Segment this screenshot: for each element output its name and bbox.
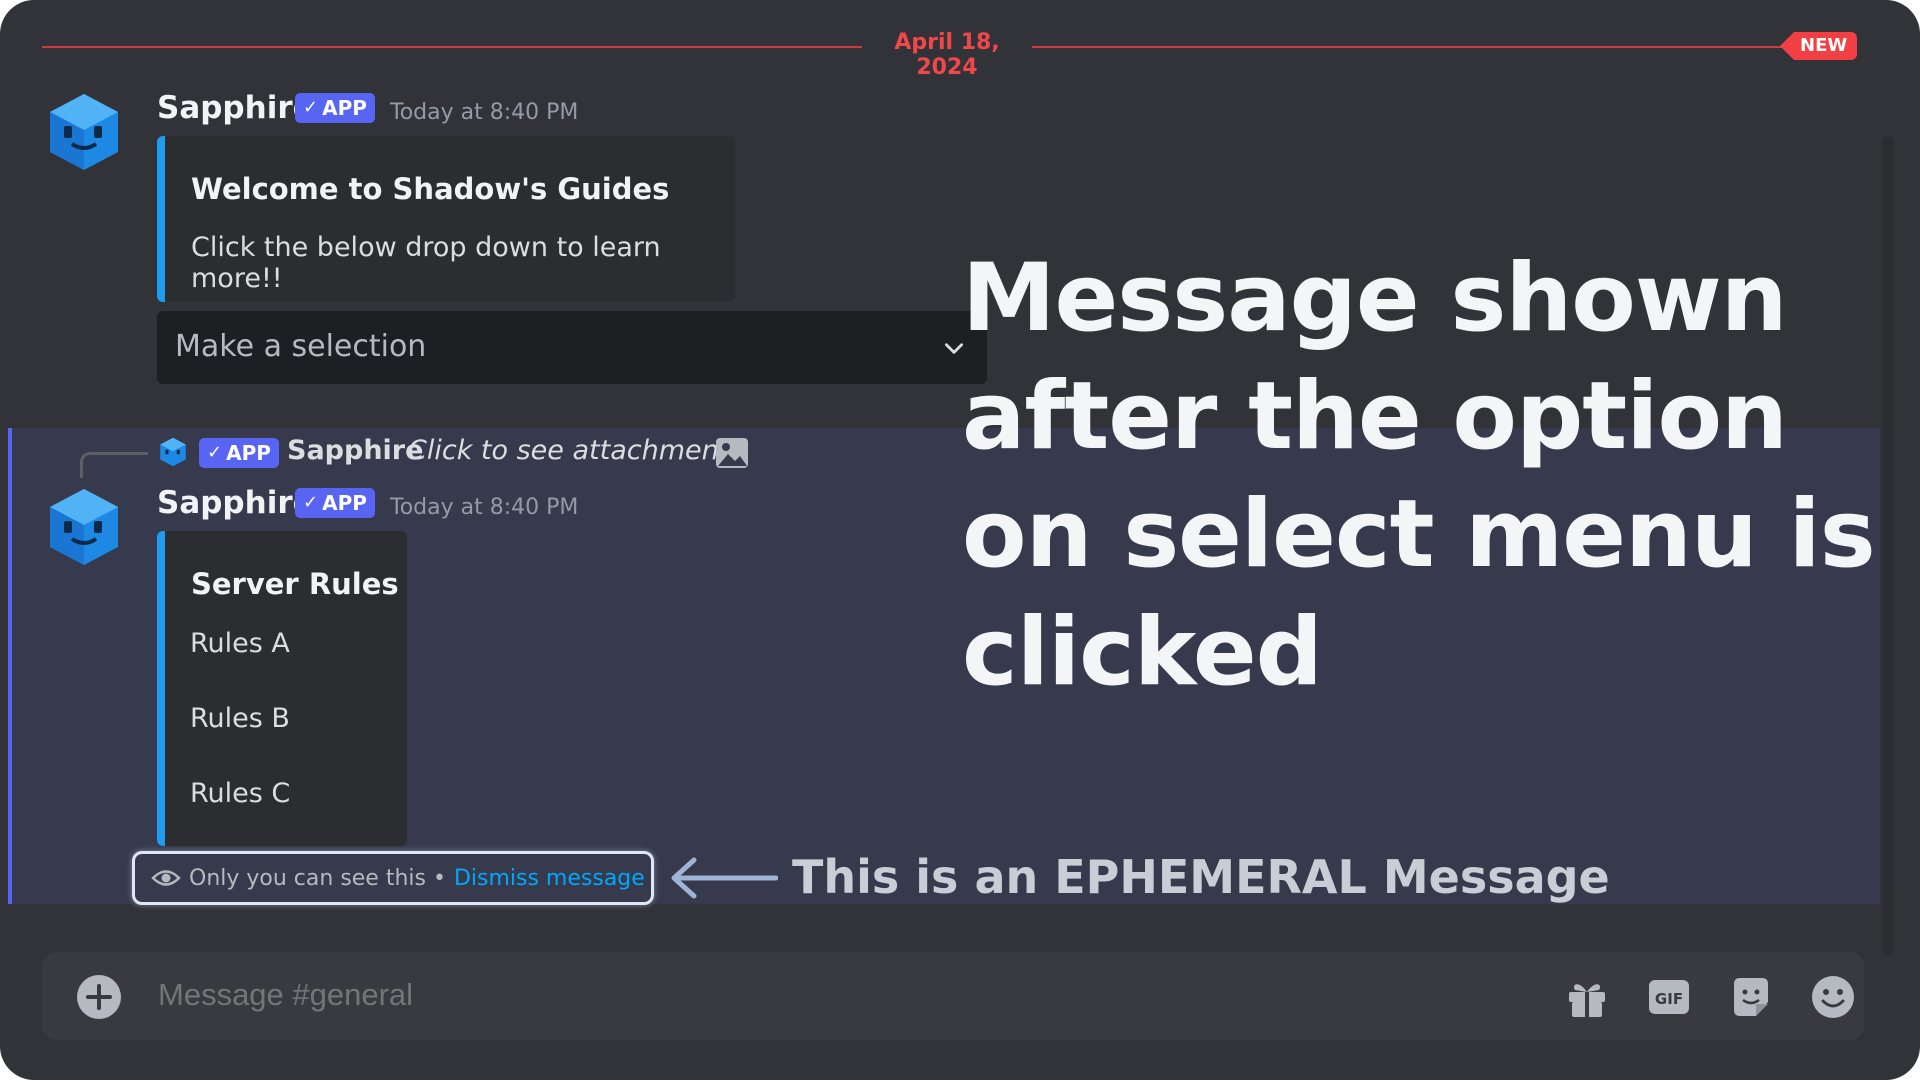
verified-check-icon: ✓ bbox=[303, 492, 319, 513]
discord-chat-window: April 18, 2024 NEW Sapphire ✓ APP Today … bbox=[0, 0, 1920, 1080]
verified-check-icon: ✓ bbox=[303, 97, 319, 118]
embed-description: Click the below drop down to learn more!… bbox=[191, 232, 661, 294]
embed-title: Welcome to Shadow's Guides bbox=[191, 172, 670, 206]
rules-list-item: Rules B bbox=[190, 703, 290, 734]
select-menu-placeholder: Make a selection bbox=[175, 329, 427, 364]
sapphire-avatar-icon bbox=[50, 489, 118, 565]
select-menu-annotation: Message shown after the option on select… bbox=[962, 244, 1876, 707]
message-input[interactable] bbox=[156, 976, 1460, 1014]
sapphire-avatar[interactable] bbox=[44, 487, 124, 567]
app-badge-label: APP bbox=[322, 96, 367, 120]
ephemeral-notice-text: Only you can see this • bbox=[189, 865, 446, 891]
app-badge: ✓ APP bbox=[295, 93, 375, 123]
select-menu[interactable]: Make a selection bbox=[157, 311, 987, 384]
app-badge-label: APP bbox=[226, 441, 271, 465]
new-messages-badge[interactable]: NEW bbox=[1780, 32, 1858, 60]
app-badge: ✓ APP bbox=[295, 488, 375, 518]
sapphire-avatar-icon bbox=[50, 94, 118, 170]
ephemeral-notice: Only you can see this • Dismiss message bbox=[132, 851, 654, 905]
sticker-icon[interactable] bbox=[1728, 974, 1774, 1020]
welcome-embed: Welcome to Shadow's Guides Click the bel… bbox=[157, 136, 735, 302]
rules-list-item: Rules C bbox=[190, 778, 291, 809]
message-username[interactable]: Sapphire bbox=[157, 90, 314, 126]
verified-check-icon: ✓ bbox=[207, 442, 223, 463]
reply-preview-text[interactable]: Click to see attachment bbox=[408, 435, 729, 466]
app-badge-label: APP bbox=[322, 491, 367, 515]
message-timestamp: Today at 8:40 PM bbox=[390, 100, 579, 125]
sapphire-avatar[interactable] bbox=[44, 92, 124, 172]
reply-avatar[interactable] bbox=[158, 437, 188, 467]
ephemeral-annotation-label: This is an EPHEMERAL Message bbox=[792, 850, 1610, 904]
image-icon bbox=[716, 438, 748, 468]
annotation-arrow-icon bbox=[671, 857, 778, 899]
reply-username[interactable]: Sapphire bbox=[287, 435, 423, 466]
date-divider-line-left bbox=[42, 46, 862, 48]
gif-icon[interactable]: GIF bbox=[1646, 974, 1692, 1020]
svg-text:GIF: GIF bbox=[1655, 990, 1683, 1008]
rules-list-item: Rules A bbox=[190, 628, 290, 659]
add-plus-icon[interactable] bbox=[76, 974, 122, 1020]
gift-icon[interactable] bbox=[1564, 974, 1610, 1020]
reply-app-badge: ✓ APP bbox=[199, 438, 279, 468]
sapphire-avatar-icon bbox=[160, 437, 186, 467]
message-timestamp: Today at 8:40 PM bbox=[390, 495, 579, 520]
emoji-icon[interactable] bbox=[1810, 974, 1856, 1020]
reply-spine bbox=[80, 452, 148, 478]
ephemeral-highlight-bar bbox=[8, 428, 12, 904]
embed-title: Server Rules bbox=[191, 567, 399, 601]
message-username[interactable]: Sapphire bbox=[157, 485, 314, 521]
date-divider-line-right bbox=[1032, 46, 1792, 48]
eye-icon bbox=[151, 870, 181, 886]
message-composer: GIF bbox=[42, 952, 1864, 1040]
chat-scrollbar[interactable] bbox=[1882, 136, 1894, 956]
date-divider-label: April 18, 2024 bbox=[894, 30, 1000, 80]
dismiss-message-link[interactable]: Dismiss message bbox=[454, 866, 645, 891]
